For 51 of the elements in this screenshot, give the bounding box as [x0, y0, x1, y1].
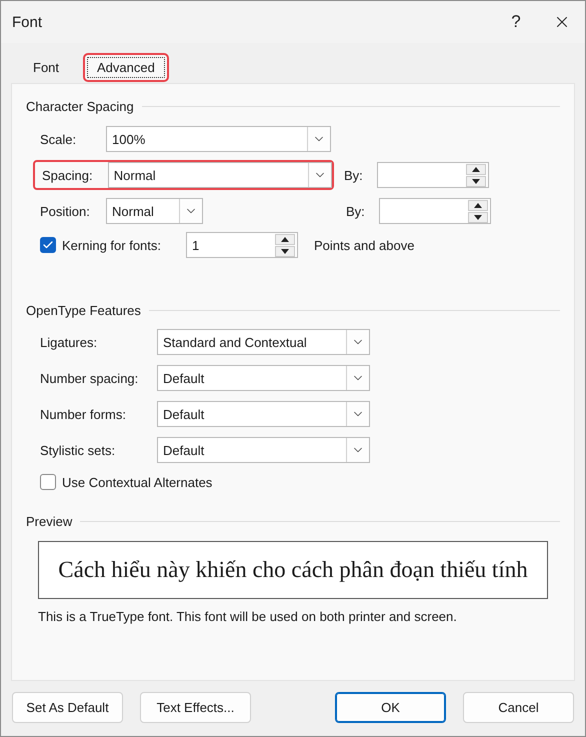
group-title: Preview	[26, 514, 72, 528]
dialog-button[interactable]: Cancel	[463, 692, 574, 723]
tab[interactable]: Font	[19, 53, 74, 82]
field-label: Stylistic sets:	[40, 442, 116, 458]
dialog-button[interactable]: Text Effects...	[140, 692, 251, 723]
dropdown[interactable]: Default	[157, 365, 370, 391]
field-label: Number spacing:	[40, 370, 140, 386]
increment-button[interactable]	[275, 234, 295, 244]
dropdown[interactable]: Default	[157, 437, 370, 463]
field-label: By:	[346, 204, 366, 218]
window-title: Font	[12, 14, 44, 30]
dialog-button[interactable]: OK	[335, 692, 446, 723]
check-icon	[42, 239, 54, 251]
dropdown[interactable]: 100%	[106, 126, 331, 152]
down-arrow-icon	[281, 248, 289, 254]
dialog-button[interactable]: Set As Default	[12, 692, 123, 723]
decrement-button[interactable]	[275, 246, 295, 256]
preview-text: Cách hiểu này khiến cho cách phân đoạn thiếu tính	[58, 557, 528, 583]
field-label: By:	[344, 168, 364, 182]
field-label: Scale:	[40, 132, 78, 146]
checkbox-label: Kerning for fonts:	[62, 238, 162, 252]
spin-field[interactable]: 1	[186, 232, 298, 258]
tab[interactable]: Advanced	[83, 53, 169, 82]
dropdown[interactable]: Standard and Contextual	[157, 329, 370, 355]
dropdown[interactable]: Normal	[108, 162, 332, 188]
checkbox-label: Use Contextual Alternates	[62, 474, 212, 490]
up-arrow-icon	[281, 236, 289, 242]
group-title: OpenType Features	[26, 302, 141, 318]
group-title: Character Spacing	[26, 98, 134, 114]
unit-label: Points and above	[314, 238, 414, 252]
up-arrow-icon	[474, 202, 482, 208]
increment-button[interactable]	[466, 164, 486, 174]
spin-value: 1	[192, 238, 200, 252]
help-button[interactable]: ?	[493, 2, 539, 42]
up-arrow-icon	[472, 166, 480, 172]
field-label: Position:	[40, 204, 91, 218]
decrement-button[interactable]	[468, 212, 488, 222]
spin-field[interactable]	[379, 198, 491, 224]
field-label: Ligatures:	[40, 334, 98, 350]
down-arrow-icon	[472, 178, 480, 184]
down-arrow-icon	[474, 214, 482, 220]
dropdown[interactable]: Default	[157, 401, 370, 427]
increment-button[interactable]	[468, 200, 488, 210]
field-label: Spacing:	[42, 168, 94, 182]
field-label: Number forms:	[40, 406, 127, 422]
checkbox[interactable]	[40, 237, 56, 253]
font-note: This is a TrueType font. This font will be used on both printer and screen.	[38, 609, 458, 624]
decrement-button[interactable]	[466, 176, 486, 186]
checkbox[interactable]	[40, 474, 56, 490]
dropdown[interactable]: Normal	[106, 198, 203, 224]
spin-field[interactable]	[377, 162, 489, 188]
